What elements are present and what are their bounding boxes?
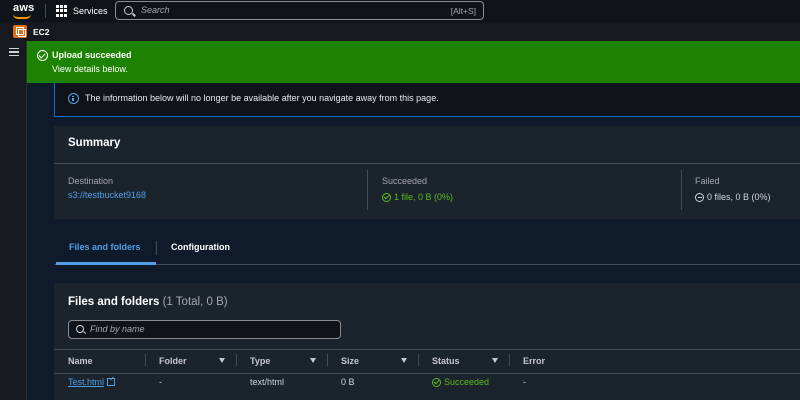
nav-divider bbox=[45, 4, 46, 18]
column-header-type[interactable]: Type bbox=[250, 356, 270, 366]
success-icon bbox=[37, 50, 48, 61]
sort-caret-icon[interactable] bbox=[310, 358, 316, 363]
search-icon bbox=[124, 6, 133, 15]
service-bar bbox=[0, 22, 800, 41]
external-link-icon bbox=[107, 378, 116, 386]
table-header-divider bbox=[54, 349, 800, 350]
flash-description: View details below. bbox=[52, 64, 128, 74]
column-divider bbox=[367, 170, 368, 210]
tab-separator bbox=[156, 241, 157, 255]
success-check-icon bbox=[432, 377, 441, 387]
type-cell: text/html bbox=[250, 377, 285, 387]
menu-icon[interactable] bbox=[9, 48, 19, 56]
succeeded-value-text: 1 file, 0 B (0%) bbox=[394, 192, 454, 202]
status-text: Succeeded bbox=[444, 377, 490, 387]
grid-icon bbox=[56, 5, 68, 17]
column-divider bbox=[681, 170, 682, 210]
success-flashbar bbox=[27, 41, 800, 83]
services-menu-button[interactable]: Services bbox=[56, 3, 108, 19]
search-shortcut-hint: [Alt+S] bbox=[450, 6, 476, 16]
destination-label: Destination bbox=[68, 176, 114, 186]
error-cell: - bbox=[523, 377, 526, 387]
ec2-favorite-label[interactable]: EC2 bbox=[33, 27, 50, 37]
files-title: Files and folders bbox=[68, 296, 160, 308]
info-alert-text: The information below will no longer be … bbox=[85, 93, 439, 103]
side-navigation-rail bbox=[0, 41, 27, 400]
info-icon bbox=[68, 93, 79, 104]
ec2-icon[interactable] bbox=[13, 25, 27, 38]
column-header-status[interactable]: Status bbox=[432, 356, 460, 366]
summary-header bbox=[54, 126, 800, 164]
failed-label: Failed bbox=[695, 176, 720, 186]
column-separator bbox=[509, 354, 510, 366]
column-header-folder[interactable]: Folder bbox=[159, 356, 187, 366]
file-name-link[interactable]: Test.html bbox=[68, 377, 104, 387]
failed-value-text: 0 files, 0 B (0%) bbox=[707, 192, 771, 202]
active-tab-indicator bbox=[56, 262, 156, 265]
aws-logo-text: aws bbox=[13, 2, 35, 14]
failed-status-icon bbox=[695, 192, 704, 202]
tab-configuration[interactable]: Configuration bbox=[171, 242, 230, 252]
table-row[interactable]: Test.html bbox=[68, 377, 116, 387]
column-separator bbox=[236, 354, 237, 366]
destination-link[interactable]: s3://testbucket9168 bbox=[68, 190, 146, 200]
column-header-size[interactable]: Size bbox=[341, 356, 359, 366]
sort-caret-icon[interactable] bbox=[492, 358, 498, 363]
folder-cell: - bbox=[159, 377, 162, 387]
success-check-icon bbox=[382, 192, 391, 202]
sort-caret-icon[interactable] bbox=[401, 358, 407, 363]
tabs-baseline bbox=[54, 264, 800, 265]
column-header-name[interactable]: Name bbox=[68, 356, 93, 366]
aws-logo[interactable]: aws bbox=[9, 2, 37, 20]
files-count: (1 Total, 0 B) bbox=[162, 296, 228, 308]
size-cell: 0 B bbox=[341, 377, 355, 387]
filter-placeholder: Find by name bbox=[90, 324, 145, 334]
succeeded-label: Succeeded bbox=[382, 176, 428, 186]
search-icon bbox=[76, 325, 84, 333]
failed-value: 0 files, 0 B (0%) bbox=[695, 192, 771, 202]
succeeded-value: 1 file, 0 B (0%) bbox=[382, 192, 453, 202]
tab-files-and-folders[interactable]: Files and folders bbox=[69, 242, 141, 252]
status-cell: Succeeded bbox=[432, 377, 489, 387]
column-separator bbox=[418, 354, 419, 366]
column-header-error[interactable]: Error bbox=[523, 356, 545, 366]
summary-title: Summary bbox=[68, 137, 121, 149]
files-heading: Files and folders (1 Total, 0 B) bbox=[68, 296, 228, 308]
search-placeholder: Search bbox=[141, 5, 170, 15]
sort-caret-icon[interactable] bbox=[219, 358, 225, 363]
table-row-divider bbox=[54, 373, 800, 374]
column-separator bbox=[327, 354, 328, 366]
column-separator bbox=[145, 354, 146, 366]
search-input[interactable]: Search [Alt+S] bbox=[115, 1, 484, 20]
services-label: Services bbox=[73, 6, 108, 16]
flash-title: Upload succeeded bbox=[52, 50, 132, 60]
aws-smile-icon bbox=[13, 14, 31, 19]
